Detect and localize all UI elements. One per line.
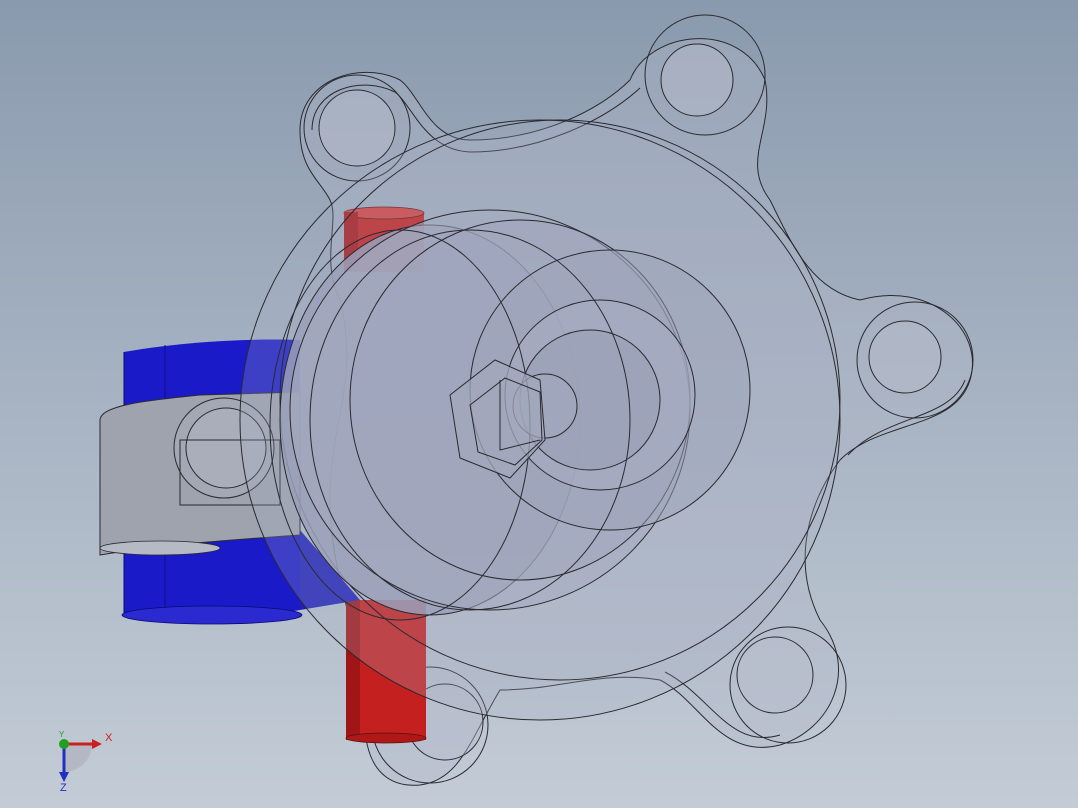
bolt-hole-right[interactable] <box>868 320 942 394</box>
cad-model[interactable] <box>0 0 1078 808</box>
graphics-viewport[interactable]: X Y Z <box>0 0 1078 808</box>
triad-quadrant <box>64 744 92 772</box>
y-axis-label: Y <box>59 730 65 739</box>
z-axis-label: Z <box>60 782 67 794</box>
bolt-hole-bottom-right[interactable] <box>736 636 814 714</box>
view-triad: X Y Z <box>50 728 120 798</box>
bolt-hole-top-right[interactable] <box>660 43 734 117</box>
bolt-hole-top-left[interactable] <box>318 89 396 167</box>
y-axis-dot <box>59 739 69 749</box>
x-axis-label: X <box>105 732 113 744</box>
